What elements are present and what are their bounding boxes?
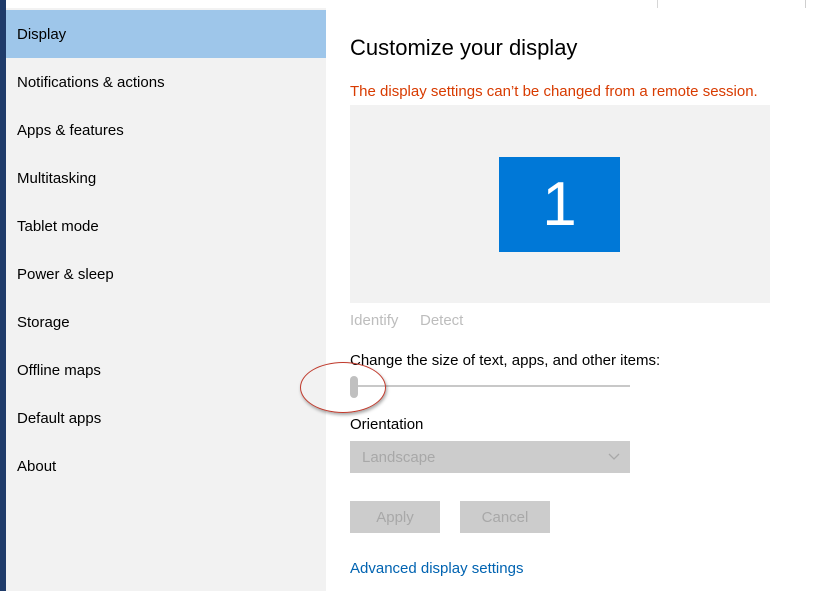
monitor-1-tile[interactable]: 1 [499, 157, 620, 252]
orientation-dropdown[interactable]: Landscape [350, 441, 630, 473]
sidebar-item-label: Default apps [17, 409, 102, 427]
title-bar-controls [657, 0, 818, 8]
chevron-down-icon [608, 453, 620, 460]
annotation-circle [300, 362, 386, 413]
sidebar-item-label: Notifications & actions [17, 73, 165, 91]
sidebar-item-display[interactable]: Display [6, 10, 326, 58]
orientation-value: Landscape [362, 448, 436, 466]
sidebar-item-label: Tablet mode [17, 217, 99, 235]
scale-label: Change the size of text, apps, and other… [350, 352, 661, 369]
sidebar-item-label: About [17, 457, 57, 475]
sidebar: Display Notifications & actions Apps & f… [6, 8, 326, 591]
sidebar-item-default-apps[interactable]: Default apps [6, 394, 326, 442]
sidebar-item-storage[interactable]: Storage [6, 298, 326, 346]
settings-window: Display Notifications & actions Apps & f… [0, 0, 818, 591]
scale-slider-track[interactable] [350, 385, 630, 387]
advanced-display-settings-link[interactable]: Advanced display settings [350, 560, 523, 577]
sidebar-item-label: Multitasking [17, 169, 97, 187]
sidebar-item-label: Power & sleep [17, 265, 114, 283]
remote-session-warning: The display settings can’t be changed fr… [350, 83, 758, 100]
monitor-arrangement[interactable]: 1 [350, 105, 770, 303]
sidebar-item-multitasking[interactable]: Multitasking [6, 154, 326, 202]
display-settings-panel: Customize your display The display setti… [300, 8, 818, 591]
identify-link[interactable]: Identify [350, 312, 398, 329]
page-title: Customize your display [350, 35, 578, 60]
detect-link[interactable]: Detect [420, 312, 463, 329]
sidebar-item-label: Storage [17, 313, 70, 331]
sidebar-item-about[interactable]: About [6, 442, 326, 490]
sidebar-item-apps-features[interactable]: Apps & features [6, 106, 326, 154]
sidebar-item-tablet-mode[interactable]: Tablet mode [6, 202, 326, 250]
cancel-button[interactable]: Cancel [460, 501, 550, 533]
sidebar-item-offline-maps[interactable]: Offline maps [6, 346, 326, 394]
title-bar-strip [326, 0, 818, 8]
sidebar-item-power-sleep[interactable]: Power & sleep [6, 250, 326, 298]
sidebar-item-notifications[interactable]: Notifications & actions [6, 58, 326, 106]
sidebar-item-label: Apps & features [17, 121, 124, 139]
apply-button[interactable]: Apply [350, 501, 440, 533]
orientation-label: Orientation [350, 416, 424, 433]
sidebar-item-label: Display [17, 25, 67, 43]
sidebar-item-label: Offline maps [17, 361, 101, 379]
